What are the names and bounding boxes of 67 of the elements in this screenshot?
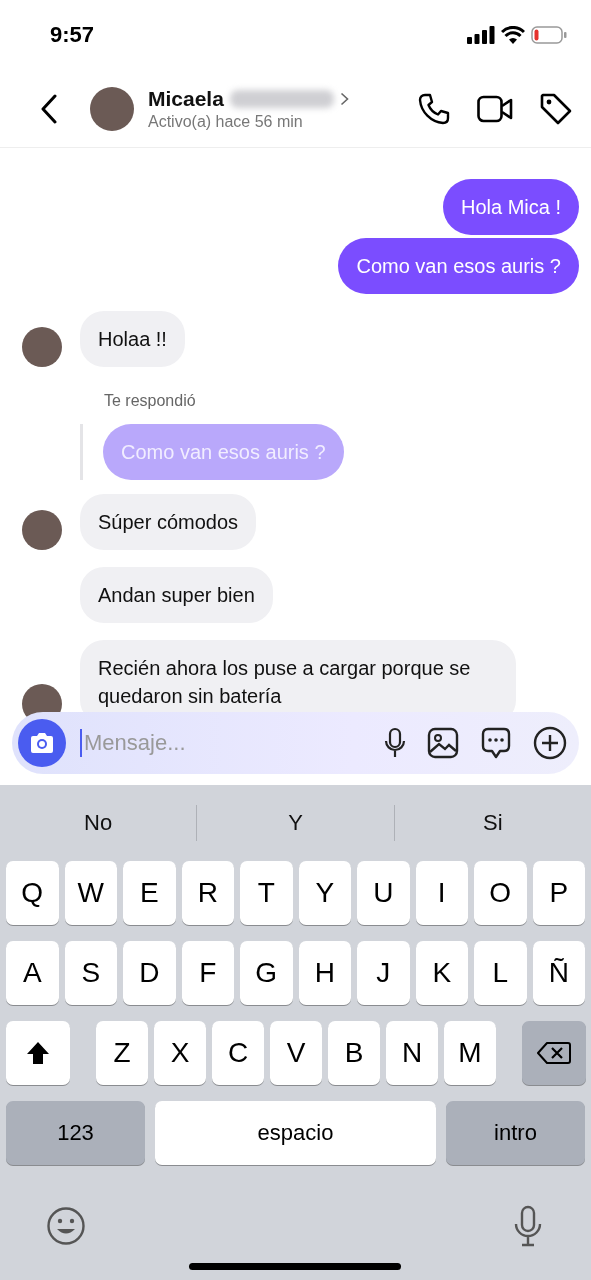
- keyboard-key[interactable]: T: [240, 861, 293, 925]
- keyboard-key[interactable]: E: [123, 861, 176, 925]
- keyboard-key[interactable]: G: [240, 941, 293, 1005]
- battery-icon: [531, 26, 567, 44]
- keyboard-key[interactable]: N: [386, 1021, 438, 1085]
- quoted-message: Como van esos auris ?: [103, 424, 344, 480]
- received-message: Andan super bien: [80, 567, 273, 623]
- word-suggestion[interactable]: Si: [394, 809, 591, 837]
- activity-status: Activo(a) hace 56 min: [148, 112, 304, 131]
- keyboard-key[interactable]: M: [444, 1021, 496, 1085]
- keyboard-key[interactable]: X: [154, 1021, 206, 1085]
- keyboard-key[interactable]: R: [181, 861, 234, 925]
- shift-arrow-icon: [25, 1040, 51, 1066]
- keyboard-key[interactable]: P: [532, 861, 585, 925]
- status-time: 9:57: [50, 22, 95, 48]
- keyboard-key[interactable]: H: [298, 941, 351, 1005]
- keyboard-key[interactable]: B: [328, 1021, 380, 1085]
- word-suggestion[interactable]: Y: [197, 809, 394, 837]
- wifi-icon: [501, 26, 525, 44]
- image-icon[interactable]: [427, 727, 459, 759]
- function-key[interactable]: 123: [6, 1101, 145, 1165]
- word-suggestion[interactable]: No: [0, 809, 197, 837]
- camera-button[interactable]: [18, 719, 66, 767]
- shift-key[interactable]: [6, 1021, 70, 1085]
- keyboard-key[interactable]: J: [357, 941, 410, 1005]
- plus-icon[interactable]: [533, 726, 567, 760]
- keyboard-key[interactable]: C: [212, 1021, 264, 1085]
- keyboard-key[interactable]: Q: [6, 861, 59, 925]
- sent-message: Hola Mica !: [442, 179, 579, 235]
- signal-icon: [467, 26, 495, 44]
- keyboard-key[interactable]: I: [415, 861, 468, 925]
- keyboard-key[interactable]: L: [474, 941, 527, 1005]
- function-key[interactable]: intro: [446, 1101, 585, 1165]
- avatar: [22, 327, 62, 367]
- chevron-icon[interactable]: [339, 91, 349, 106]
- received-message: Súper cómodos: [80, 494, 257, 550]
- keyboard-key[interactable]: K: [415, 941, 468, 1005]
- space-key[interactable]: espacio: [155, 1101, 436, 1165]
- phone-icon[interactable]: [417, 91, 451, 126]
- tag-icon[interactable]: [539, 91, 573, 126]
- keyboard-key[interactable]: Z: [96, 1021, 148, 1085]
- avatar[interactable]: [90, 86, 134, 131]
- keyboard-key[interactable]: Y: [298, 861, 351, 925]
- emoji-icon[interactable]: [46, 1206, 86, 1246]
- avatar: [22, 510, 62, 550]
- keyboard-key[interactable]: F: [181, 941, 234, 1005]
- video-camera-icon[interactable]: [477, 93, 513, 124]
- keyboard-key[interactable]: W: [64, 861, 117, 925]
- keyboard-key[interactable]: V: [270, 1021, 322, 1085]
- backspace-key[interactable]: [522, 1021, 586, 1085]
- microphone-icon[interactable]: [383, 727, 407, 759]
- keyboard-key[interactable]: O: [474, 861, 527, 925]
- keyboard-key[interactable]: S: [64, 941, 117, 1005]
- back-icon[interactable]: [40, 93, 58, 124]
- keyboard-key[interactable]: D: [123, 941, 176, 1005]
- reply-label: Te respondió: [104, 392, 197, 410]
- contact-name[interactable]: Micaela: [148, 86, 224, 111]
- dictation-icon[interactable]: [513, 1205, 543, 1247]
- message-input[interactable]: Mensaje...: [82, 729, 363, 757]
- sent-message: Como van esos auris ?: [338, 238, 579, 294]
- camera-icon: [29, 732, 55, 754]
- keyboard-key[interactable]: A: [6, 941, 59, 1005]
- chat-bubble-icon[interactable]: [479, 726, 513, 760]
- backspace-icon: [537, 1041, 571, 1065]
- keyboard-key[interactable]: U: [357, 861, 410, 925]
- received-message: Holaa !!: [80, 311, 185, 367]
- keyboard-key[interactable]: Ñ: [532, 941, 585, 1005]
